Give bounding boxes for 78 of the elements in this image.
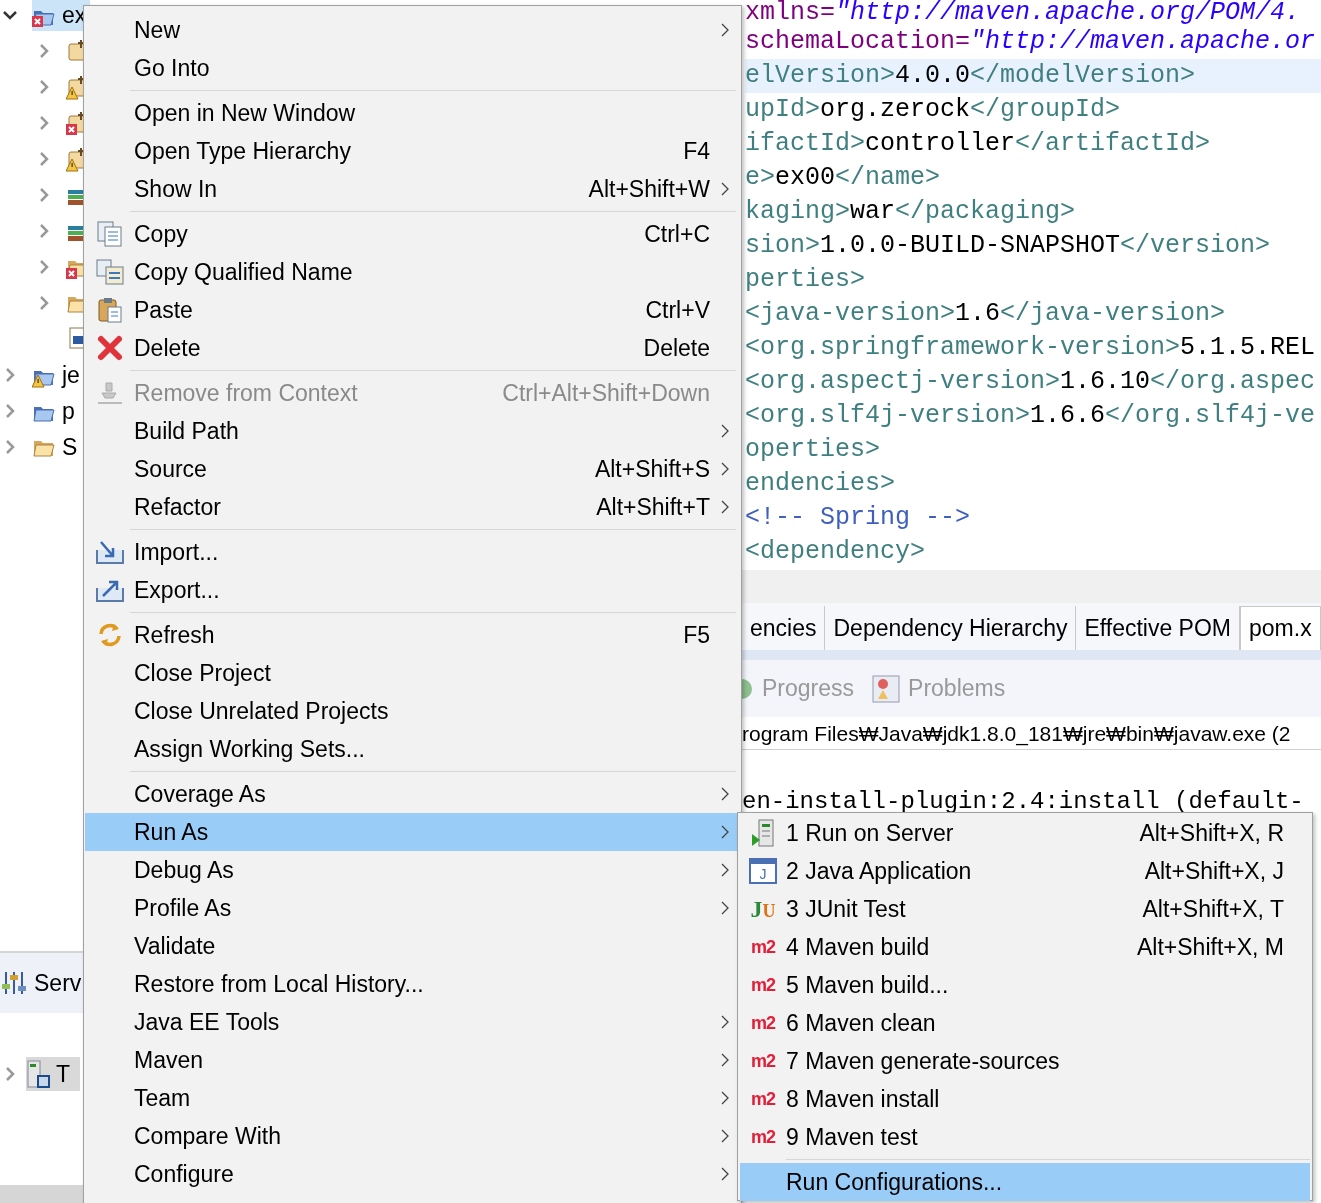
menu-item[interactable]: Close Project bbox=[85, 654, 740, 692]
code-line: <org.springframework-version>5.1.5.REL bbox=[745, 332, 1317, 364]
tree-item[interactable]: S bbox=[32, 431, 82, 463]
tree-item[interactable]: T bbox=[26, 1057, 81, 1091]
code-line: upId>org.zerock</groupId> bbox=[745, 94, 1122, 126]
junit-icon: JU bbox=[750, 897, 776, 921]
menu-item[interactable]: m2 6 Maven clean bbox=[740, 1004, 1310, 1042]
problems-icon bbox=[872, 674, 901, 703]
menu-item[interactable]: Open in New Window bbox=[85, 94, 740, 132]
menu-item[interactable]: Refresh F5 bbox=[85, 616, 740, 654]
code-line: perties> bbox=[745, 264, 867, 296]
menu-item[interactable]: Build Path bbox=[85, 412, 740, 450]
code-line: <java-version>1.6</java-version> bbox=[745, 298, 1227, 330]
menu-item[interactable]: Configure bbox=[85, 1155, 740, 1193]
servers-view-tab[interactable]: Serv bbox=[0, 951, 83, 1013]
tree-item[interactable]: p bbox=[32, 395, 79, 427]
maven-icon: m2 bbox=[751, 1014, 775, 1032]
console-line: en-install-plugin:2.4:install (default- bbox=[742, 787, 1305, 817]
menu-item[interactable]: Show In Alt+Shift+W bbox=[85, 170, 740, 208]
menu-item[interactable]: Team bbox=[85, 1079, 740, 1117]
menu-item[interactable]: Debug As bbox=[85, 851, 740, 889]
maven-icon: m2 bbox=[751, 1052, 775, 1070]
code-line: ifactId>controller</artifactId> bbox=[745, 128, 1212, 160]
code-line: xmlns="http://maven.apache.org/POM/4. bbox=[745, 0, 1302, 25]
menu-item[interactable]: m2 4 Maven build Alt+Shift+X, M bbox=[740, 928, 1310, 966]
menu-item[interactable]: Refactor Alt+Shift+T bbox=[85, 488, 740, 526]
maven-icon: m2 bbox=[751, 1090, 775, 1108]
code-line: e>ex00</name> bbox=[745, 162, 942, 194]
menu-item[interactable]: Source Alt+Shift+S bbox=[85, 450, 740, 488]
tree-item[interactable]: je bbox=[32, 359, 84, 391]
code-line: <org.slf4j-version>1.6.6</org.slf4j-ve bbox=[745, 400, 1317, 432]
remove-icon bbox=[95, 379, 124, 407]
code-line: endencies> bbox=[745, 468, 897, 500]
menu-item[interactable]: Run Configurations... bbox=[740, 1163, 1310, 1201]
menu-item[interactable]: Go Into bbox=[85, 49, 740, 87]
menu-item[interactable]: Close Unrelated Projects bbox=[85, 692, 740, 730]
code-line: <!-- Spring --> bbox=[745, 502, 972, 534]
server-icon bbox=[749, 818, 777, 848]
menu-item[interactable]: Profile As bbox=[85, 889, 740, 927]
code-line: <org.aspectj-version>1.6.10</org.aspec bbox=[745, 366, 1317, 398]
menu-item[interactable]: Open Type Hierarchy F4 bbox=[85, 132, 740, 170]
menu-item[interactable]: Assign Working Sets... bbox=[85, 730, 740, 768]
menu-item[interactable]: m2 5 Maven build... bbox=[740, 966, 1310, 1004]
menu-item[interactable]: J 2 Java Application Alt+Shift+X, J bbox=[740, 852, 1310, 890]
menu-item[interactable]: Export... bbox=[85, 571, 740, 609]
code-line: sion>1.0.0-BUILD-SNAPSHOT</version> bbox=[745, 230, 1272, 262]
delete-icon bbox=[95, 334, 124, 362]
code-line: kaging>war</packaging> bbox=[745, 196, 1077, 228]
menu-item[interactable]: Maven bbox=[85, 1041, 740, 1079]
menu-item[interactable]: 1 Run on Server Alt+Shift+X, R bbox=[740, 814, 1310, 852]
menu-item[interactable]: Copy Qualified Name bbox=[85, 253, 740, 291]
maven-icon: m2 bbox=[751, 976, 775, 994]
menu-item[interactable]: Paste Ctrl+V bbox=[85, 291, 740, 329]
menu-item[interactable]: m2 7 Maven generate-sources bbox=[740, 1042, 1310, 1080]
code-line: operties> bbox=[745, 434, 882, 466]
menu-item[interactable]: Compare With bbox=[85, 1117, 740, 1155]
menu-item[interactable]: Run As bbox=[85, 813, 740, 851]
code-line: <dependency> bbox=[745, 536, 927, 568]
menu-item[interactable]: Java EE Tools bbox=[85, 1003, 740, 1041]
menu-item[interactable]: Delete Delete bbox=[85, 329, 740, 367]
menu-item[interactable]: Copy Ctrl+C bbox=[85, 215, 740, 253]
editor-tab[interactable]: pom.x bbox=[1240, 606, 1321, 650]
menu-item[interactable]: Coverage As bbox=[85, 775, 740, 813]
copy-icon bbox=[95, 220, 124, 248]
java-application-icon: J bbox=[749, 858, 777, 884]
menu-item[interactable]: Import... bbox=[85, 533, 740, 571]
copy-icon bbox=[94, 258, 125, 286]
code-line: schemaLocation="http://maven.apache.or bbox=[745, 26, 1317, 58]
paste-icon bbox=[95, 296, 124, 324]
menu-item[interactable]: JU 3 JUnit Test Alt+Shift+X, T bbox=[740, 890, 1310, 928]
maven-icon: m2 bbox=[751, 1128, 775, 1146]
maven-icon: m2 bbox=[751, 938, 775, 956]
menu-item[interactable]: m2 8 Maven install bbox=[740, 1080, 1310, 1118]
sliders-icon bbox=[2, 970, 28, 996]
menu-item[interactable]: Restore from Local History... bbox=[85, 965, 740, 1003]
menu-item[interactable]: Validate bbox=[85, 927, 740, 965]
menu-item[interactable]: m2 9 Maven test bbox=[740, 1118, 1310, 1156]
server-icon bbox=[26, 1059, 52, 1089]
